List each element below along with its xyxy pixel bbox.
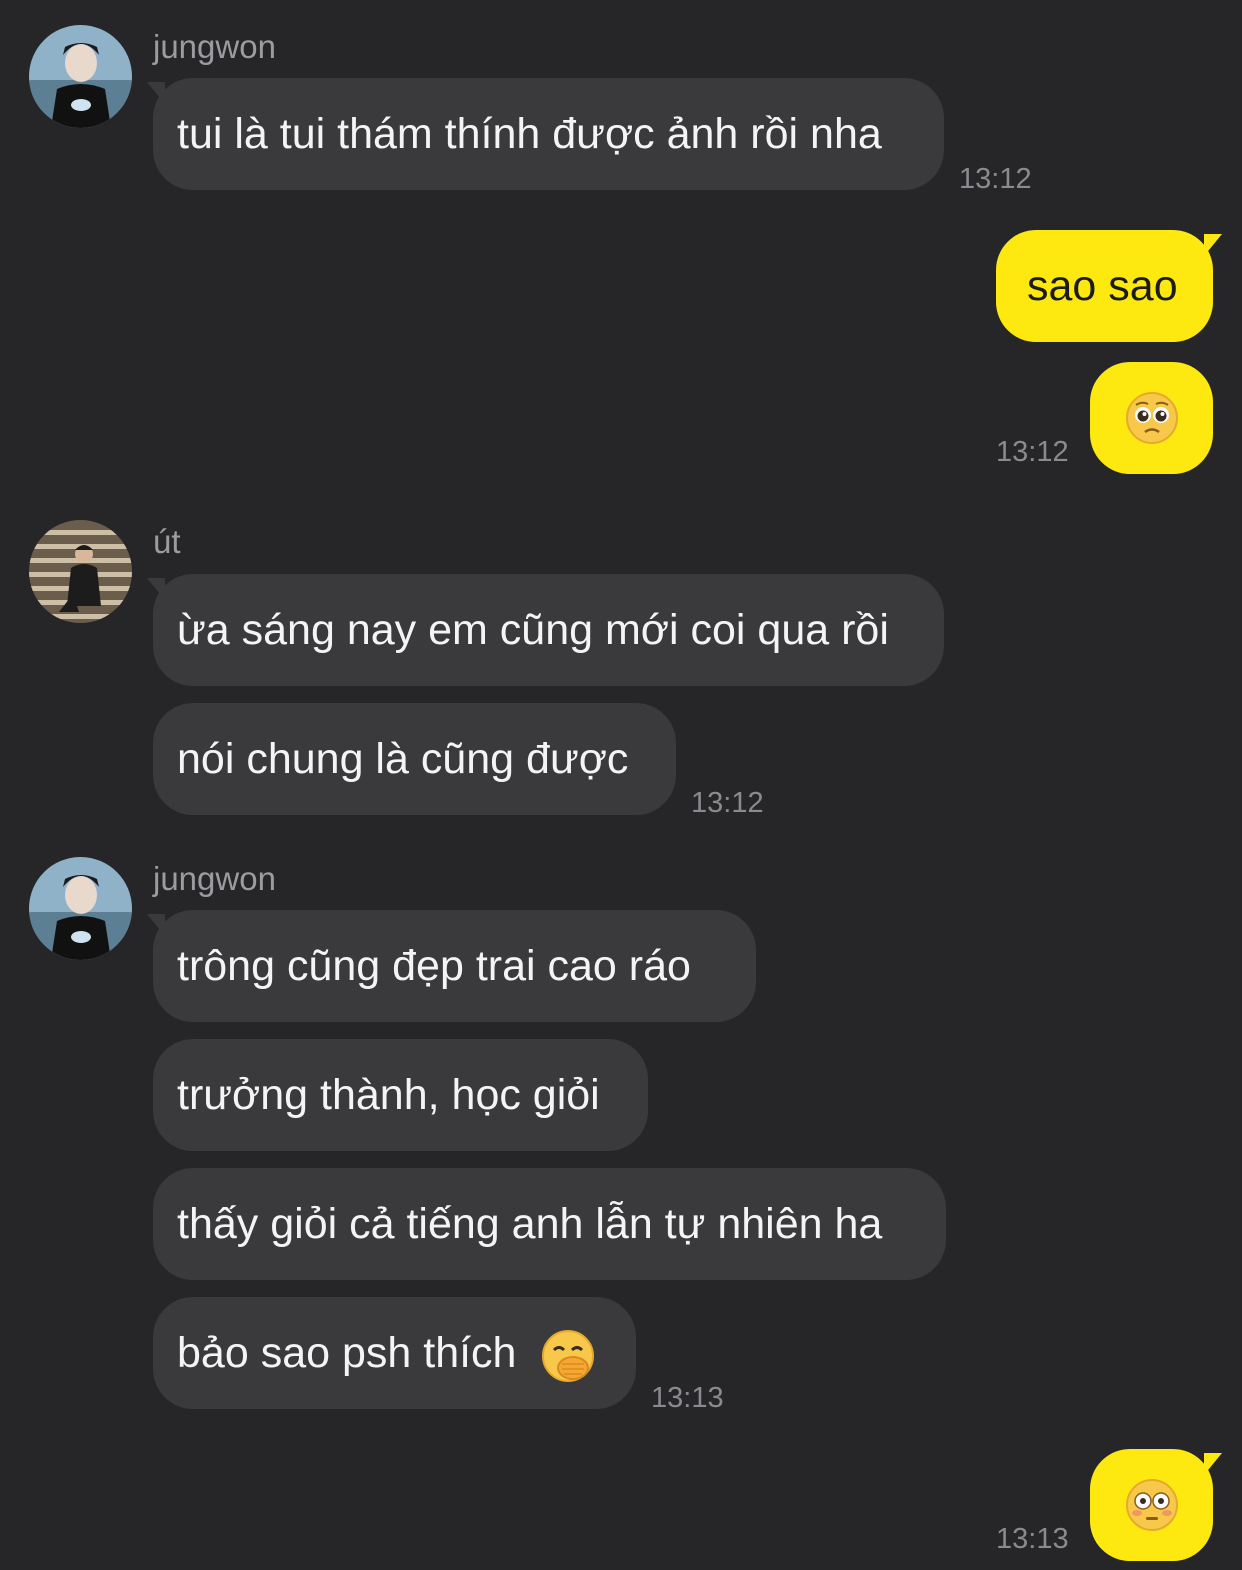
message-bubble[interactable]: thấy giỏi cả tiếng anh lẫn tự nhiên ha [153, 1168, 946, 1280]
message-bubble[interactable]: tui là tui thám thính được ảnh rồi nha [153, 78, 944, 190]
message-text: nói chung là cũng được [177, 735, 629, 783]
message-bubble[interactable]: bảo sao psh thích [153, 1297, 636, 1409]
message-bubble[interactable]: nói chung là cũng được [153, 703, 676, 815]
message-bubble-outgoing[interactable] [1090, 1449, 1213, 1561]
sender-name: jungwon [153, 860, 276, 897]
message-bubble[interactable]: trưởng thành, học giỏi [153, 1039, 648, 1151]
avatar-jungwon[interactable] [29, 857, 132, 960]
message-text: tui là tui thám thính được ảnh rồi nha [177, 110, 882, 158]
avatar-ut[interactable] [29, 520, 132, 623]
pleading-face-emoji [1124, 390, 1180, 446]
message-time: 13:12 [691, 787, 764, 819]
message-bubble[interactable]: ừa sáng nay em cũng mới coi qua rồi [153, 574, 944, 686]
message-time: 13:12 [959, 163, 1032, 195]
sender-name: út [153, 523, 181, 560]
message-bubble-outgoing[interactable]: sao sao [996, 230, 1213, 342]
message-text: sao sao [1027, 262, 1178, 310]
sender-name: jungwon [153, 28, 276, 65]
message-time: 13:12 [996, 436, 1069, 468]
face-with-hand-over-mouth-emoji [540, 1328, 596, 1384]
message-text: trông cũng đẹp trai cao ráo [177, 942, 691, 990]
message-text: trưởng thành, học giỏi [177, 1071, 600, 1119]
message-text: bảo sao psh thích [177, 1329, 517, 1377]
flushed-face-emoji [1124, 1477, 1180, 1533]
message-time: 13:13 [996, 1523, 1069, 1555]
message-text: thấy giỏi cả tiếng anh lẫn tự nhiên ha [177, 1200, 883, 1248]
avatar-jungwon[interactable] [29, 25, 132, 128]
message-bubble-outgoing[interactable] [1090, 362, 1213, 474]
message-bubble[interactable]: trông cũng đẹp trai cao ráo [153, 910, 756, 1022]
message-text: ừa sáng nay em cũng mới coi qua rồi [177, 606, 889, 654]
message-time: 13:13 [651, 1382, 724, 1414]
